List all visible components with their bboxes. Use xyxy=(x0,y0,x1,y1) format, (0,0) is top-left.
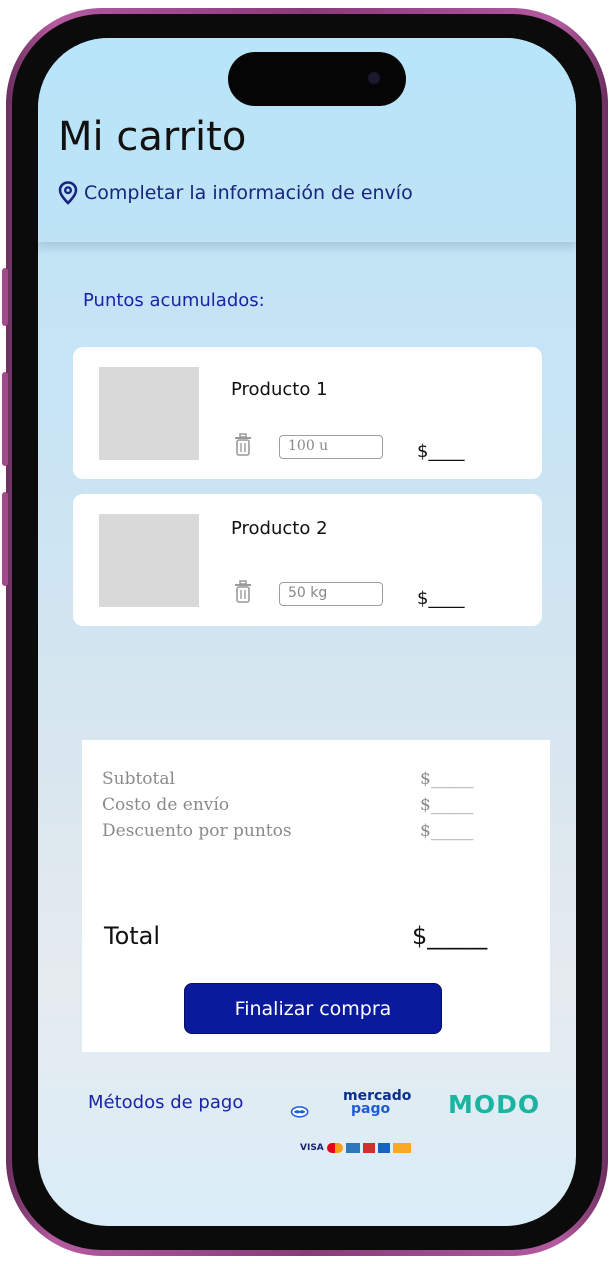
trash-icon[interactable] xyxy=(233,433,253,457)
side-button-volume-down xyxy=(2,492,8,586)
mercadopago-wordmark: mercado pago xyxy=(343,1089,411,1117)
page-title: Mi carrito xyxy=(58,114,247,160)
checkout-button[interactable]: Finalizar compra xyxy=(184,983,442,1034)
side-button-volume-up xyxy=(2,372,8,466)
mastercard-icon xyxy=(326,1143,343,1153)
points-discount-value: $_____ xyxy=(420,821,474,841)
dynamic-island xyxy=(228,52,406,106)
card-brand-icon xyxy=(377,1143,390,1153)
product-price: $____ xyxy=(417,441,465,462)
points-label: Puntos acumulados: xyxy=(83,290,265,311)
product-image xyxy=(99,514,199,607)
card-brands-strip: VISA xyxy=(300,1142,420,1154)
total-value: $_____ xyxy=(412,922,488,950)
shipping-info-label: Completar la información de envío xyxy=(84,182,413,204)
visa-logo: VISA xyxy=(300,1143,324,1153)
mercadopago-bottom: pago xyxy=(351,1101,391,1117)
total-label: Total xyxy=(104,922,161,950)
cart-item: Producto 1 100 u $____ xyxy=(73,347,542,479)
subtotal-value: $_____ xyxy=(420,769,474,789)
camera-icon xyxy=(368,72,380,84)
payment-methods-label: Métodos de pago xyxy=(88,1092,244,1113)
trash-icon[interactable] xyxy=(233,580,253,604)
screen: Mi carrito Completar la información de e… xyxy=(38,38,576,1226)
quantity-input[interactable]: 50 kg xyxy=(279,582,383,606)
card-brand-icon xyxy=(362,1143,375,1153)
side-button-action xyxy=(2,268,8,326)
quantity-input[interactable]: 100 u xyxy=(279,435,383,459)
points-discount-label: Descuento por puntos xyxy=(102,821,292,841)
order-summary: Subtotal $_____ Costo de envío $_____ De… xyxy=(82,740,550,1052)
card-brand-icon xyxy=(392,1143,411,1153)
subtotal-label: Subtotal xyxy=(102,769,175,789)
shipping-info-link[interactable]: Completar la información de envío xyxy=(58,181,413,205)
product-image xyxy=(99,367,199,460)
cart-item: Producto 2 50 kg $____ xyxy=(73,494,542,626)
modo-logo: MODO xyxy=(448,1090,541,1119)
product-name: Producto 2 xyxy=(231,518,328,539)
product-price: $____ xyxy=(417,588,465,609)
shipping-cost-label: Costo de envío xyxy=(102,795,230,815)
amex-icon xyxy=(345,1143,360,1153)
location-pin-icon xyxy=(58,181,78,205)
product-name: Producto 1 xyxy=(231,379,328,400)
shipping-cost-value: $_____ xyxy=(420,795,474,815)
mercadopago-logo xyxy=(290,1106,309,1118)
